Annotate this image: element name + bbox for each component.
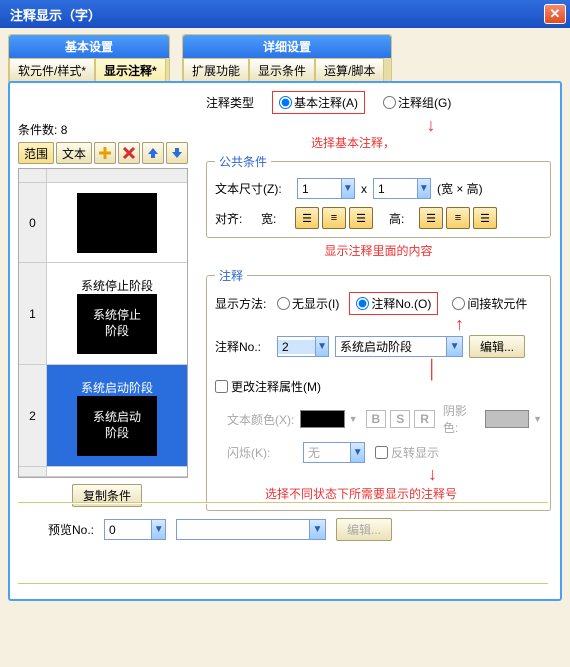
comment-no-label: 注释No.: xyxy=(215,338,271,355)
window-title: 注释显示（字） xyxy=(10,5,544,24)
fieldset-common: 公共条件 文本尺寸(Z): ▼ x ▼ (宽 × 高) 对齐: 宽: ☰ ≡ ☰ xyxy=(206,153,551,238)
tabgroup-basic: 基本设置 软元件/样式* 显示注释* xyxy=(8,34,170,82)
comment-no-combo[interactable]: ▼ xyxy=(277,336,329,357)
radio-none[interactable]: 无显示(I) xyxy=(277,295,339,312)
arrow-icon-3: │ xyxy=(323,360,542,378)
radio-indirect[interactable]: 间接软元件 xyxy=(452,295,527,312)
shadow-button[interactable]: S xyxy=(390,410,410,428)
tab-show-comment[interactable]: 显示注释* xyxy=(95,58,166,82)
shadow-color-swatch[interactable] xyxy=(485,410,529,428)
text-button[interactable]: 文本 xyxy=(56,142,92,164)
text-size-label: 文本尺寸(Z): xyxy=(215,180,291,197)
align-right-icon[interactable]: ☰ xyxy=(349,207,373,229)
change-attr-checkbox[interactable]: 更改注释属性(M) xyxy=(215,378,321,395)
shadow-color-label: 阴影色: xyxy=(443,402,481,436)
delete-icon-button[interactable] xyxy=(118,142,140,164)
preview-text-combo[interactable]: ▼ xyxy=(176,519,326,540)
close-button[interactable]: ✕ xyxy=(544,4,566,24)
down-icon-button[interactable] xyxy=(166,142,188,164)
caption-1: 系统停止阶段 xyxy=(81,277,153,294)
add-icon-button[interactable] xyxy=(94,142,116,164)
bold-button[interactable]: B xyxy=(366,410,387,428)
text-color-swatch[interactable] xyxy=(300,410,344,428)
tab-bar: 基本设置 软元件/样式* 显示注释* 详细设置 扩展功能 显示条件 运算/脚本 xyxy=(8,34,562,82)
edit-button[interactable]: 编辑... xyxy=(469,335,525,358)
raised-button[interactable]: R xyxy=(414,410,435,428)
size-w-combo[interactable]: ▼ xyxy=(297,178,355,199)
main-panel: 条件数: 8 范围 文本 0 1 系统停 xyxy=(8,81,562,601)
list-row-0[interactable]: 0 xyxy=(19,183,187,263)
comment-name-combo[interactable]: ▼ xyxy=(335,336,463,357)
tab-show-cond[interactable]: 显示条件 xyxy=(249,58,315,82)
toolbar: 范围 文本 xyxy=(18,142,196,164)
reverse-checkbox[interactable]: 反转显示 xyxy=(375,444,439,461)
fieldset-comment: 注释 显示方法: 无显示(I) 注释No.(O) 间接软元件 ↑ 注释No.: … xyxy=(206,267,551,511)
title-bar: 注释显示（字） ✕ xyxy=(0,0,570,28)
wh-label: (宽 × 高) xyxy=(437,180,483,197)
up-icon-button[interactable] xyxy=(142,142,164,164)
align-left-icon[interactable]: ☰ xyxy=(295,207,319,229)
blink-label: 闪烁(K): xyxy=(227,444,299,461)
thumb-2: 系统启动 阶段 xyxy=(77,396,157,456)
arrow-down-icon: ↓ xyxy=(311,116,551,134)
condition-list: 0 1 系统停止阶段 系统停止 阶段 2 系统启动阶段 系统启动 阶段 xyxy=(18,168,188,478)
arrow-icon-2: ↑ xyxy=(377,315,542,333)
method-label: 显示方法: xyxy=(215,295,271,312)
tab-device-style[interactable]: 软元件/样式* xyxy=(9,58,95,82)
thumb-1: 系统停止 阶段 xyxy=(77,294,157,354)
radio-annotation-group[interactable]: 注释组(G) xyxy=(383,94,451,111)
legend-comment: 注释 xyxy=(215,267,247,284)
list-row-1[interactable]: 1 系统停止阶段 系统停止 阶段 xyxy=(19,263,187,365)
right-column: 注释类型 基本注释(A) 注释组(G) ↓ 选择基本注释， 公共条件 文本尺寸(… xyxy=(206,91,551,511)
tabgroup-basic-label: 基本设置 xyxy=(9,35,169,58)
valign-top-icon[interactable]: ☰ xyxy=(419,207,443,229)
legend-common: 公共条件 xyxy=(215,153,271,170)
hint-select-no: 选择不同状态下所需要显示的注释号 xyxy=(265,485,542,502)
size-h-combo[interactable]: ▼ xyxy=(373,178,431,199)
height-label: 高: xyxy=(389,210,413,227)
tab-extend[interactable]: 扩展功能 xyxy=(183,58,249,82)
range-button[interactable]: 范围 xyxy=(18,142,54,164)
conditions-count: 8 xyxy=(61,123,68,137)
thumb-0 xyxy=(77,193,157,253)
text-color-label: 文本颜色(X): xyxy=(227,411,296,428)
align-label: 对齐: xyxy=(215,210,255,227)
radio-basic-annotation[interactable]: 基本注释(A) xyxy=(272,91,365,114)
preview-edit-button[interactable]: 编辑... xyxy=(336,518,392,541)
tab-script[interactable]: 运算/脚本 xyxy=(315,58,384,82)
content-area: 基本设置 软元件/样式* 显示注释* 详细设置 扩展功能 显示条件 运算/脚本 … xyxy=(0,28,570,611)
blink-combo[interactable]: ▼ xyxy=(303,442,365,463)
width-label: 宽: xyxy=(261,210,289,227)
footer: 预览No.: ▼ ▼ 编辑... xyxy=(18,502,548,541)
tabgroup-detail: 详细设置 扩展功能 显示条件 运算/脚本 xyxy=(182,34,392,82)
tabgroup-detail-label: 详细设置 xyxy=(183,35,391,58)
hint-select-basic: 选择基本注释， xyxy=(311,134,551,151)
valign-mid-icon[interactable]: ≡ xyxy=(446,207,470,229)
align-center-icon[interactable]: ≡ xyxy=(322,207,346,229)
hint-inside: 显示注释里面的内容 xyxy=(206,242,551,259)
annotation-type-label: 注释类型 xyxy=(206,94,254,111)
valign-bot-icon[interactable]: ☰ xyxy=(473,207,497,229)
radio-comment-no[interactable]: 注释No.(O) xyxy=(349,292,438,315)
caption-2: 系统启动阶段 xyxy=(81,379,153,396)
list-row-2[interactable]: 2 系统启动阶段 系统启动 阶段 xyxy=(19,365,187,467)
conditions-label: 条件数: xyxy=(18,121,57,138)
preview-label: 预览No.: xyxy=(48,521,94,538)
preview-no-combo[interactable]: ▼ xyxy=(104,519,166,540)
arrow-icon-4: ↓ xyxy=(323,465,542,483)
